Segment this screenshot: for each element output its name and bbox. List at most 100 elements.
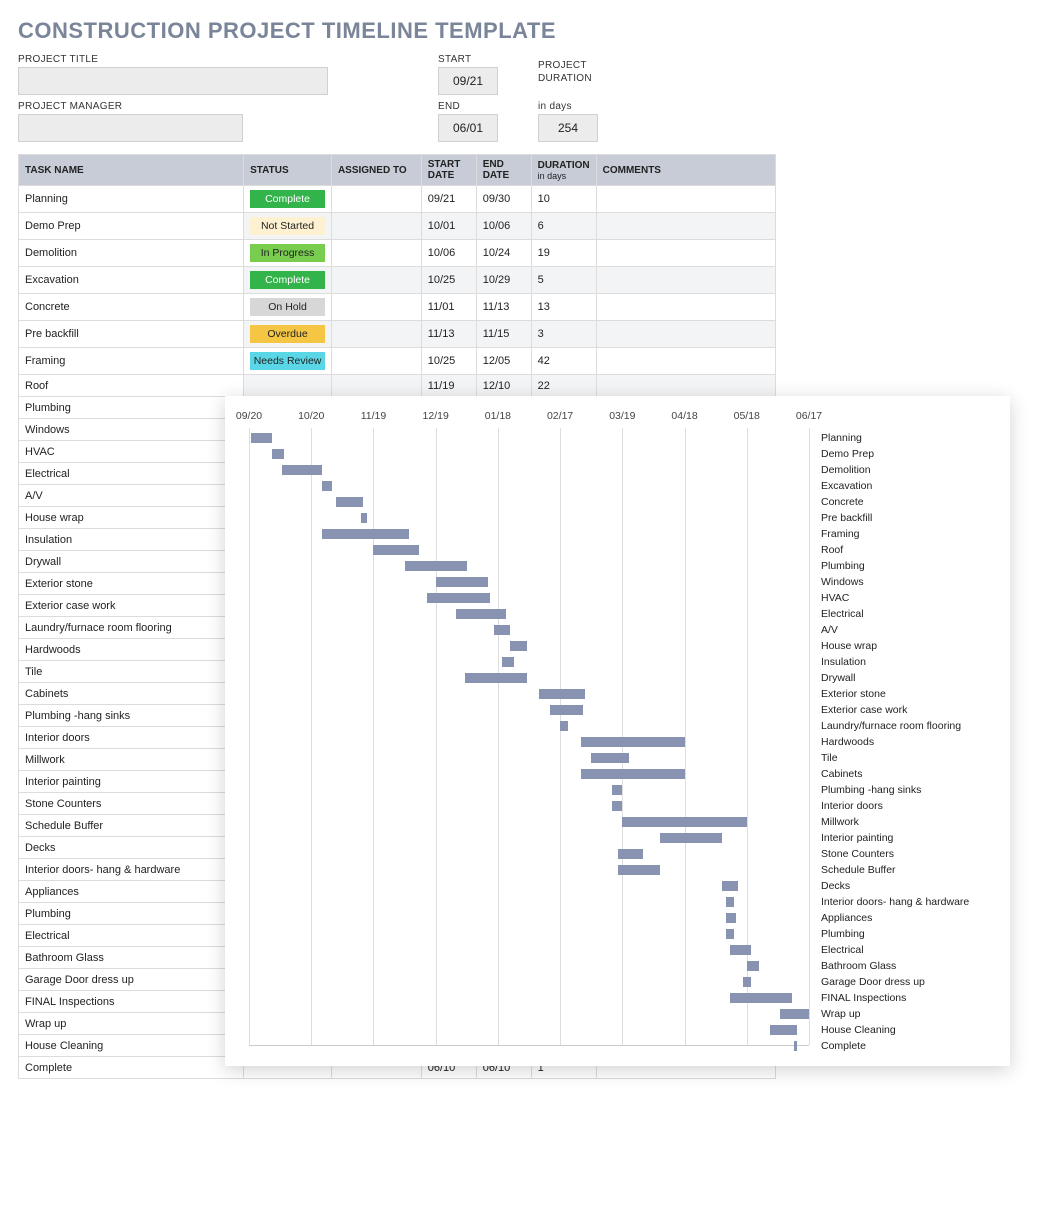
task-name: Demo Prep (19, 213, 244, 240)
task-start[interactable]: 10/01 (421, 213, 476, 240)
gantt-legend-item: Interior painting (821, 830, 969, 846)
task-start[interactable]: 11/13 (421, 321, 476, 348)
table-row[interactable]: DemolitionIn Progress10/0610/2419 (19, 240, 776, 267)
task-comments[interactable] (596, 213, 775, 240)
task-assigned[interactable] (331, 267, 421, 294)
task-start[interactable]: 10/06 (421, 240, 476, 267)
gantt-bar (780, 1009, 809, 1019)
task-end[interactable]: 11/13 (476, 294, 531, 321)
task-comments[interactable] (596, 348, 775, 375)
task-name: Plumbing -hang sinks (19, 705, 244, 727)
gantt-legend-item: Millwork (821, 814, 969, 830)
task-status[interactable]: On Hold (244, 294, 332, 321)
task-status[interactable]: Needs Review (244, 348, 332, 375)
gantt-legend-item: Laundry/furnace room flooring (821, 718, 969, 734)
task-end[interactable]: 12/10 (476, 375, 531, 397)
gantt-bar (502, 657, 514, 667)
table-row[interactable]: Pre backfillOverdue11/1311/153 (19, 321, 776, 348)
task-end[interactable]: 09/30 (476, 186, 531, 213)
task-start[interactable]: 10/25 (421, 267, 476, 294)
gantt-legend-item: House Cleaning (821, 1022, 969, 1038)
gantt-tick: 09/20 (236, 410, 262, 422)
end-input[interactable]: 06/01 (438, 114, 498, 142)
task-end[interactable]: 10/06 (476, 213, 531, 240)
task-duration: 6 (531, 213, 596, 240)
gantt-tick: 06/17 (796, 410, 822, 422)
table-row[interactable]: FramingNeeds Review10/2512/0542 (19, 348, 776, 375)
task-name: Wrap up (19, 1013, 244, 1035)
gantt-bar (405, 561, 467, 571)
gantt-legend-item: HVAC (821, 590, 969, 606)
task-assigned[interactable] (331, 186, 421, 213)
task-end[interactable]: 11/15 (476, 321, 531, 348)
gantt-legend-item: Pre backfill (821, 510, 969, 526)
gantt-bar (591, 753, 628, 763)
start-input[interactable]: 09/21 (438, 67, 498, 95)
project-manager-input[interactable] (18, 114, 243, 142)
task-assigned[interactable] (331, 294, 421, 321)
table-row[interactable]: ConcreteOn Hold11/0111/1313 (19, 294, 776, 321)
task-name: Bathroom Glass (19, 947, 244, 969)
task-start[interactable]: 11/01 (421, 294, 476, 321)
task-status[interactable]: In Progress (244, 240, 332, 267)
task-status[interactable] (244, 375, 332, 397)
task-assigned[interactable] (331, 213, 421, 240)
task-name: Laundry/furnace room flooring (19, 617, 244, 639)
task-comments[interactable] (596, 186, 775, 213)
gantt-bar (550, 705, 583, 715)
task-comments[interactable] (596, 321, 775, 348)
task-name: Exterior stone (19, 573, 244, 595)
gantt-bar (743, 977, 751, 987)
gantt-legend-item: Garage Door dress up (821, 974, 969, 990)
task-name: HVAC (19, 441, 244, 463)
gantt-bars (249, 430, 809, 1054)
task-name: FINAL Inspections (19, 991, 244, 1013)
gantt-legend-item: Concrete (821, 494, 969, 510)
table-row[interactable]: ExcavationComplete10/2510/295 (19, 267, 776, 294)
task-start[interactable]: 10/25 (421, 348, 476, 375)
task-assigned[interactable] (331, 348, 421, 375)
gantt-tick: 04/18 (671, 410, 697, 422)
gantt-legend-item: Electrical (821, 606, 969, 622)
task-comments[interactable] (596, 375, 775, 397)
task-name: Exterior case work (19, 595, 244, 617)
gantt-tick: 12/19 (423, 410, 449, 422)
table-row[interactable]: Roof11/1912/1022 (19, 375, 776, 397)
table-row[interactable]: Demo PrepNot Started 10/0110/066 (19, 213, 776, 240)
task-comments[interactable] (596, 267, 775, 294)
task-comments[interactable] (596, 240, 775, 267)
gantt-bar (612, 801, 622, 811)
task-status[interactable]: Complete (244, 186, 332, 213)
task-name: Plumbing (19, 903, 244, 925)
gantt-bar (581, 769, 685, 779)
task-status[interactable]: Overdue (244, 321, 332, 348)
task-assigned[interactable] (331, 240, 421, 267)
gantt-legend-item: Roof (821, 542, 969, 558)
gantt-bar (730, 945, 751, 955)
project-manager-label: PROJECT MANAGER (18, 101, 438, 112)
task-end[interactable]: 12/05 (476, 348, 531, 375)
duration-value: 254 (538, 114, 598, 142)
table-row[interactable]: PlanningComplete09/2109/3010 (19, 186, 776, 213)
task-end[interactable]: 10/29 (476, 267, 531, 294)
task-start[interactable]: 09/21 (421, 186, 476, 213)
task-name: House wrap (19, 507, 244, 529)
task-name: Garage Door dress up (19, 969, 244, 991)
task-assigned[interactable] (331, 375, 421, 397)
task-name: Plumbing (19, 397, 244, 419)
col-start: START DATE (421, 155, 476, 186)
gantt-legend-item: Drywall (821, 670, 969, 686)
gantt-bar (618, 865, 659, 875)
col-status: STATUS (244, 155, 332, 186)
gantt-legend-item: Excavation (821, 478, 969, 494)
task-comments[interactable] (596, 294, 775, 321)
task-status[interactable]: Complete (244, 267, 332, 294)
task-assigned[interactable] (331, 321, 421, 348)
task-status[interactable]: Not Started (244, 213, 332, 240)
task-end[interactable]: 10/24 (476, 240, 531, 267)
gantt-bar (251, 433, 272, 443)
task-name: Excavation (19, 267, 244, 294)
project-title-input[interactable] (18, 67, 328, 95)
task-start[interactable]: 11/19 (421, 375, 476, 397)
gantt-tick: 03/19 (609, 410, 635, 422)
